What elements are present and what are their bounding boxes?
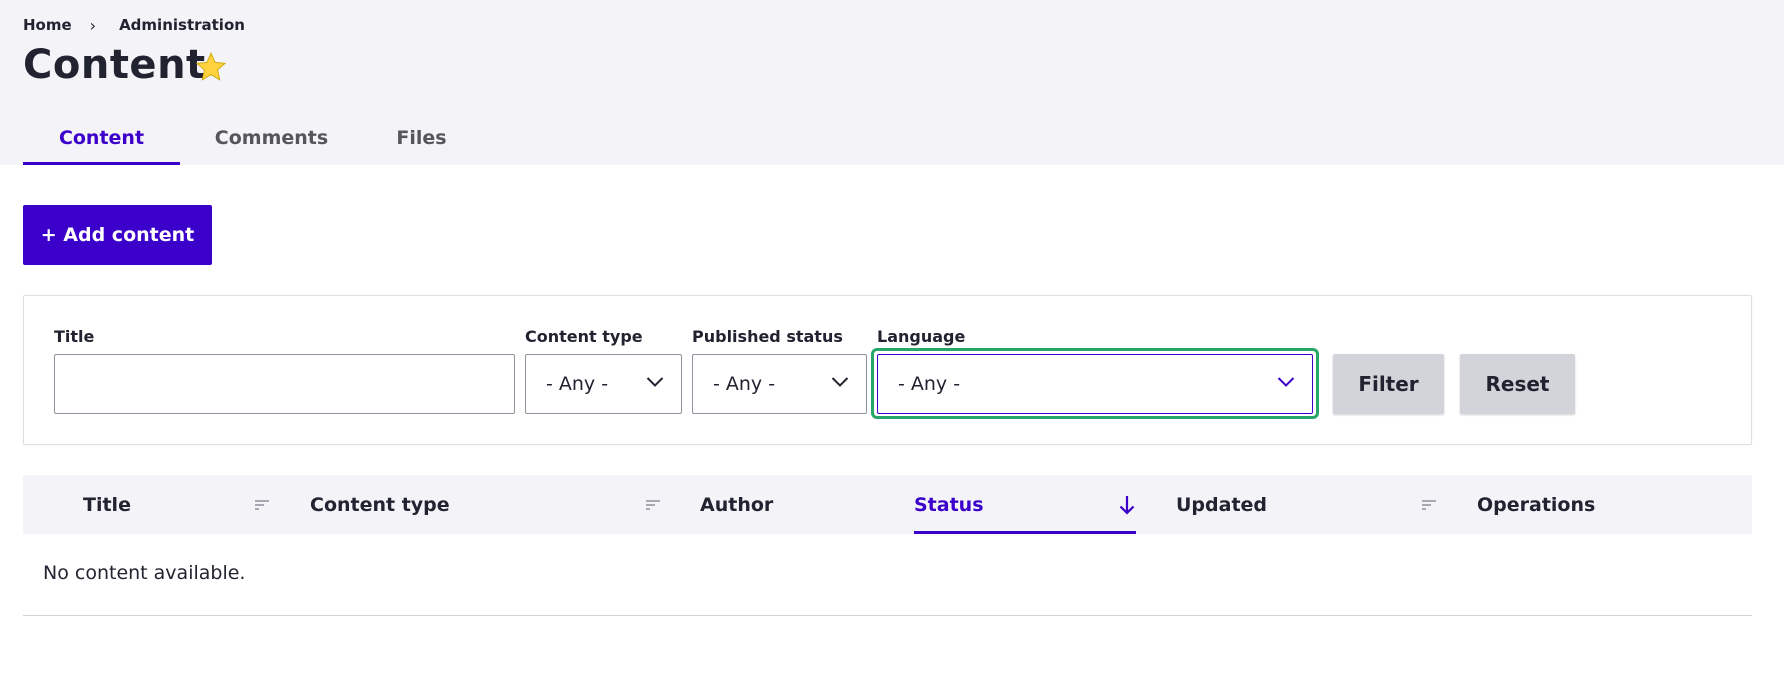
sort-icon[interactable] <box>1421 499 1437 511</box>
breadcrumb-home[interactable]: Home <box>23 16 72 34</box>
empty-table-message: No content available. <box>43 562 246 584</box>
active-sort-indicator <box>914 531 1136 534</box>
column-status[interactable]: Status <box>914 475 984 534</box>
published-status-filter-label: Published status <box>692 327 843 346</box>
add-content-button[interactable]: + Add content <box>23 205 212 265</box>
title-filter-input[interactable] <box>54 354 515 414</box>
tab-files[interactable]: Files <box>363 110 480 165</box>
sort-icon[interactable] <box>645 499 661 511</box>
column-updated[interactable]: Updated <box>1176 475 1267 534</box>
chevron-down-icon <box>1277 377 1295 387</box>
sort-icon[interactable] <box>254 499 270 511</box>
star-icon[interactable] <box>194 50 228 84</box>
content-type-select[interactable]: - Any - <box>525 354 682 414</box>
title-filter-label: Title <box>54 327 95 346</box>
column-operations: Operations <box>1477 493 1596 516</box>
language-select-value: - Any - <box>898 373 961 395</box>
chevron-down-icon <box>646 377 664 387</box>
arrow-down-icon[interactable] <box>1118 494 1136 516</box>
page-title: Content <box>23 42 206 88</box>
column-title[interactable]: Title <box>83 475 131 534</box>
breadcrumb-administration[interactable]: Administration <box>119 16 245 34</box>
column-author: Author <box>700 493 774 516</box>
chevron-down-icon <box>831 377 849 387</box>
reset-button[interactable]: Reset <box>1460 354 1575 414</box>
tab-content[interactable]: Content <box>23 110 180 165</box>
language-filter-label: Language <box>877 327 966 346</box>
primary-tabs: Content Comments Files <box>23 110 480 165</box>
language-select[interactable]: - Any - <box>877 354 1313 414</box>
breadcrumb: Home › Administration <box>23 15 245 35</box>
chevron-right-icon: › <box>89 15 97 35</box>
column-content-type[interactable]: Content type <box>310 475 450 534</box>
content-type-filter-label: Content type <box>525 327 643 346</box>
tab-comments[interactable]: Comments <box>180 110 363 165</box>
filter-button[interactable]: Filter <box>1333 354 1444 414</box>
published-status-select[interactable]: - Any - <box>692 354 867 414</box>
table-bottom-divider <box>23 615 1752 616</box>
